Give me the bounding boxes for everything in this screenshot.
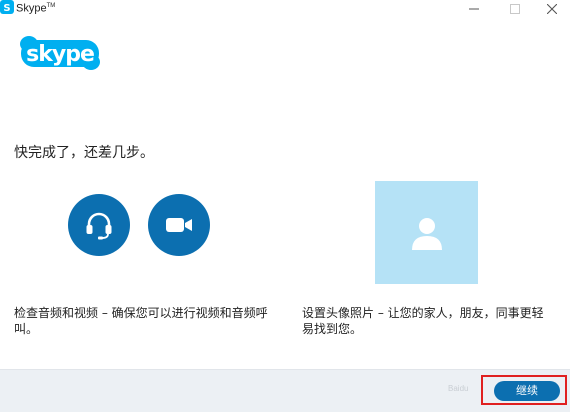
close-button[interactable]	[538, 0, 566, 18]
minimize-icon	[469, 8, 479, 10]
video-check-button[interactable]	[148, 194, 210, 256]
svg-text:S: S	[3, 3, 10, 14]
minimize-button[interactable]	[460, 0, 488, 18]
close-icon	[547, 4, 557, 14]
maximize-button[interactable]	[501, 0, 529, 18]
audio-video-description: 检查音频和视频 – 确保您可以进行视频和音频呼叫。	[14, 306, 268, 336]
title-bar: S SkypeTM	[0, 0, 570, 22]
skype-small-icon: S	[0, 0, 14, 14]
video-camera-icon	[166, 218, 192, 232]
headset-icon	[86, 212, 112, 240]
profile-picture-placeholder[interactable]	[375, 181, 478, 284]
person-silhouette-icon	[411, 217, 442, 250]
continue-button[interactable]: 继续	[494, 381, 560, 401]
skype-logo: skype	[20, 36, 100, 70]
profile-picture-description: 设置头像照片 – 让您的家人，朋友，同事更轻易找到您。	[302, 306, 544, 336]
maximize-icon	[510, 4, 520, 14]
page-heading: 快完成了，还差几步。	[14, 145, 154, 161]
watermark: Baidu	[448, 384, 469, 393]
window-title: SkypeTM	[16, 2, 56, 15]
svg-text:skype: skype	[26, 42, 94, 67]
audio-check-button[interactable]	[68, 194, 130, 256]
